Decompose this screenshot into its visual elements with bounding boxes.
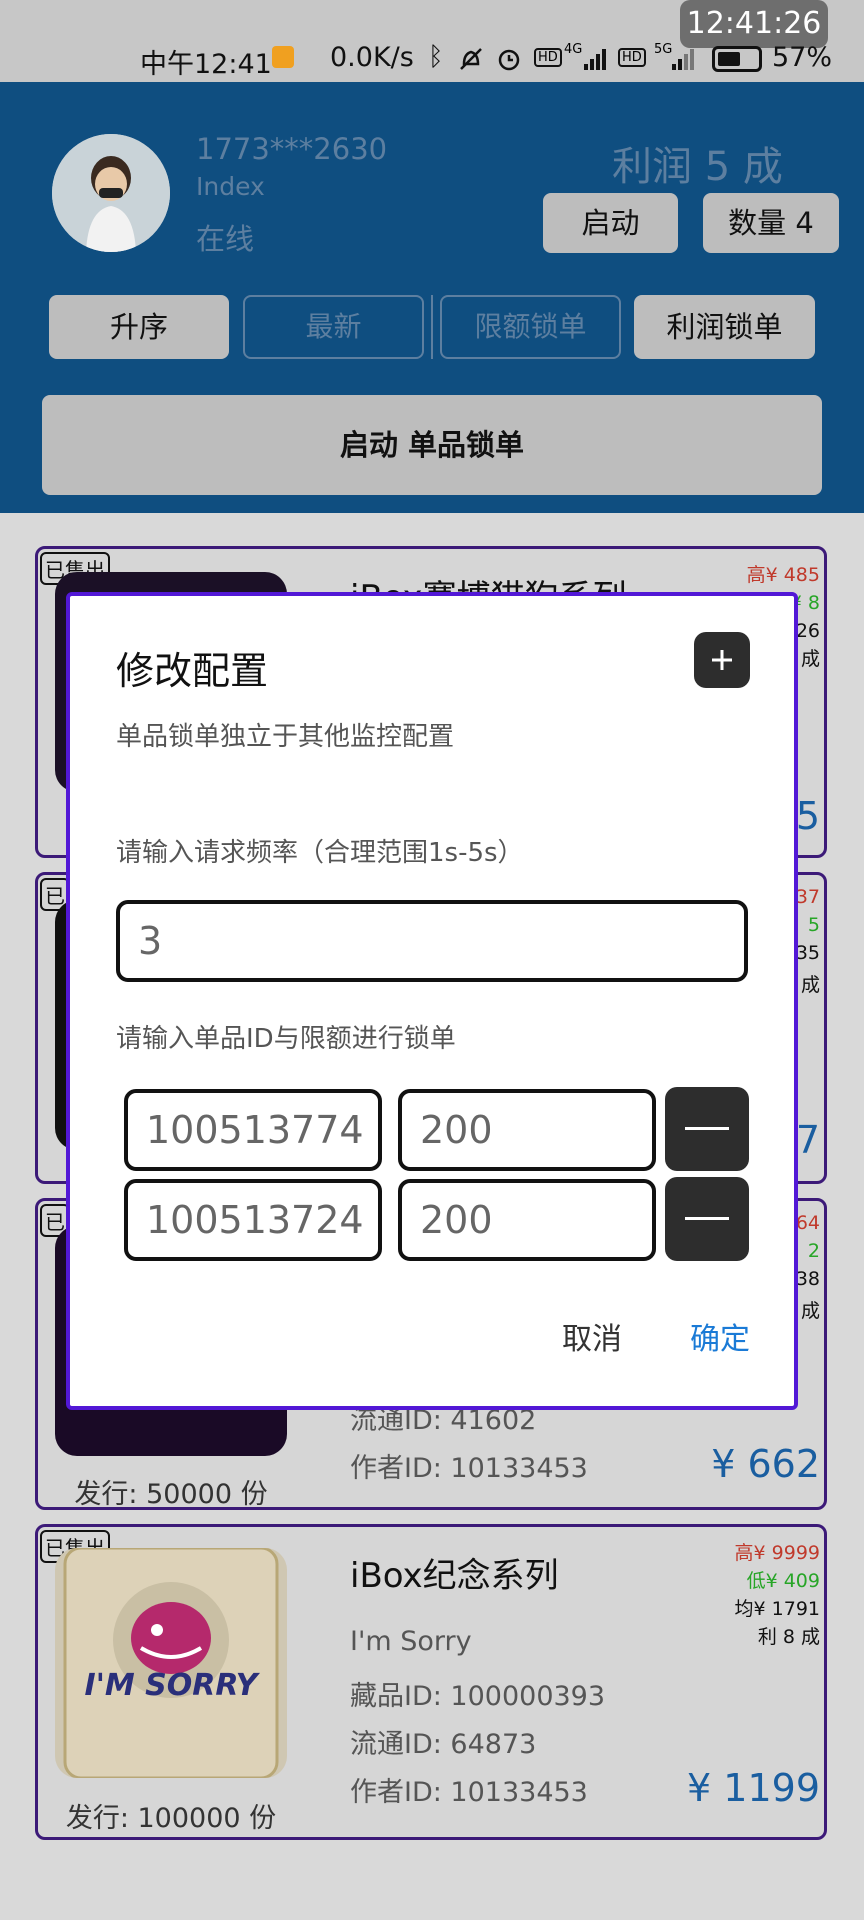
high-price: 37 — [795, 886, 820, 908]
plus-icon — [694, 632, 750, 688]
issue-count: 发行: 50000 份 — [74, 1479, 268, 1510]
high-price: 高¥ 9999 — [734, 1542, 820, 1564]
high-price: 高¥ 485 — [746, 564, 820, 586]
signal-icon — [582, 46, 606, 70]
frequency-label: 请输入请求频率（合理范围1s-5s） — [116, 838, 524, 868]
item-price: 7 — [795, 1118, 820, 1162]
latest-button[interactable]: 最新 — [243, 295, 424, 359]
cancel-button[interactable]: 取消 — [562, 1314, 622, 1358]
phone-number: 1773***2630 — [196, 132, 388, 166]
profit-ratio: 成 — [800, 1300, 820, 1322]
add-row-button[interactable] — [694, 632, 750, 688]
frequency-input[interactable]: 3 — [116, 900, 748, 982]
item-thumbnail — [55, 1548, 287, 1778]
dialog-subtitle: 单品锁单独立于其他监控配置 — [116, 722, 455, 752]
limit-lock-button[interactable]: 限额锁单 — [440, 295, 621, 359]
item-subtitle: I'm Sorry — [350, 1626, 472, 1657]
thumbnail-caption: I'M SORRY — [84, 1668, 258, 1703]
id-limit-label: 请输入单品ID与限额进行锁单 — [116, 1024, 456, 1054]
minus-icon — [685, 1127, 729, 1130]
item-id-input[interactable]: 100513774 — [124, 1089, 382, 1171]
high-price: 64 — [795, 1212, 820, 1234]
author-id: 作者ID: 10133453 — [350, 1453, 588, 1484]
minus-icon — [685, 1217, 729, 1220]
net-speed: 0.0K/s — [330, 42, 414, 73]
profit-ratio: 利 8 成 — [757, 1626, 820, 1648]
hd-badge-2: HD — [618, 48, 646, 67]
circulation-id: 流通ID: 64873 — [350, 1729, 537, 1760]
remove-row-button[interactable] — [665, 1087, 749, 1171]
start-button[interactable]: 启动 — [543, 193, 678, 253]
confirm-button[interactable]: 确定 — [690, 1314, 750, 1358]
start-single-lock-button[interactable]: 启动 单品锁单 — [42, 395, 822, 495]
battery-percent: 57% — [772, 42, 833, 73]
author-id: 作者ID: 10133453 — [350, 1777, 588, 1808]
limit-input[interactable]: 200 — [398, 1179, 656, 1261]
clock-pill: 12:41:26 — [680, 0, 828, 48]
online-status: 在线 — [196, 222, 255, 256]
avg-price: 38 — [795, 1268, 820, 1290]
low-price: 2 — [807, 1240, 820, 1262]
low-price: 低¥ 409 — [746, 1570, 820, 1592]
profit-ratio: 成 — [800, 974, 820, 996]
ascending-button[interactable]: 升序 — [49, 295, 229, 359]
signal-icon-2 — [670, 46, 694, 70]
low-price: 5 — [807, 914, 820, 936]
limit-input[interactable]: 200 — [398, 1089, 656, 1171]
quantity-button[interactable]: 数量 4 — [703, 193, 839, 253]
avg-price: 35 — [795, 942, 820, 964]
collection-id: 藏品ID: 100000393 — [350, 1681, 606, 1712]
issue-count: 发行: 100000 份 — [65, 1803, 277, 1834]
item-price: 5 — [795, 794, 820, 838]
app-notification-icon — [272, 46, 294, 68]
item-price: ¥ 662 — [711, 1442, 820, 1486]
remove-row-button[interactable] — [665, 1177, 749, 1261]
status-time: 中午12:41 — [140, 49, 272, 80]
config-dialog — [66, 592, 798, 1410]
profit-lock-button[interactable]: 利润锁单 — [634, 295, 815, 359]
alarm-icon — [496, 46, 520, 71]
battery-icon — [712, 46, 762, 72]
mute-bell-icon — [458, 46, 482, 70]
divider — [431, 295, 433, 359]
avatar[interactable] — [52, 134, 170, 252]
avg-price: 均¥ 1791 — [734, 1598, 820, 1620]
dialog-title: 修改配置 — [116, 649, 269, 693]
item-id-input[interactable]: 100513724 — [124, 1179, 382, 1261]
item-title: iBox纪念系列 — [350, 1556, 559, 1596]
index-label: Index — [196, 172, 265, 201]
item-price: ¥ 1199 — [687, 1766, 820, 1810]
profit-setting: 利润 5 成 — [612, 144, 783, 190]
hd-badge: HD — [534, 48, 562, 67]
4g-label: 4G — [564, 42, 583, 57]
bluetooth-icon: ᛒ — [428, 42, 444, 72]
